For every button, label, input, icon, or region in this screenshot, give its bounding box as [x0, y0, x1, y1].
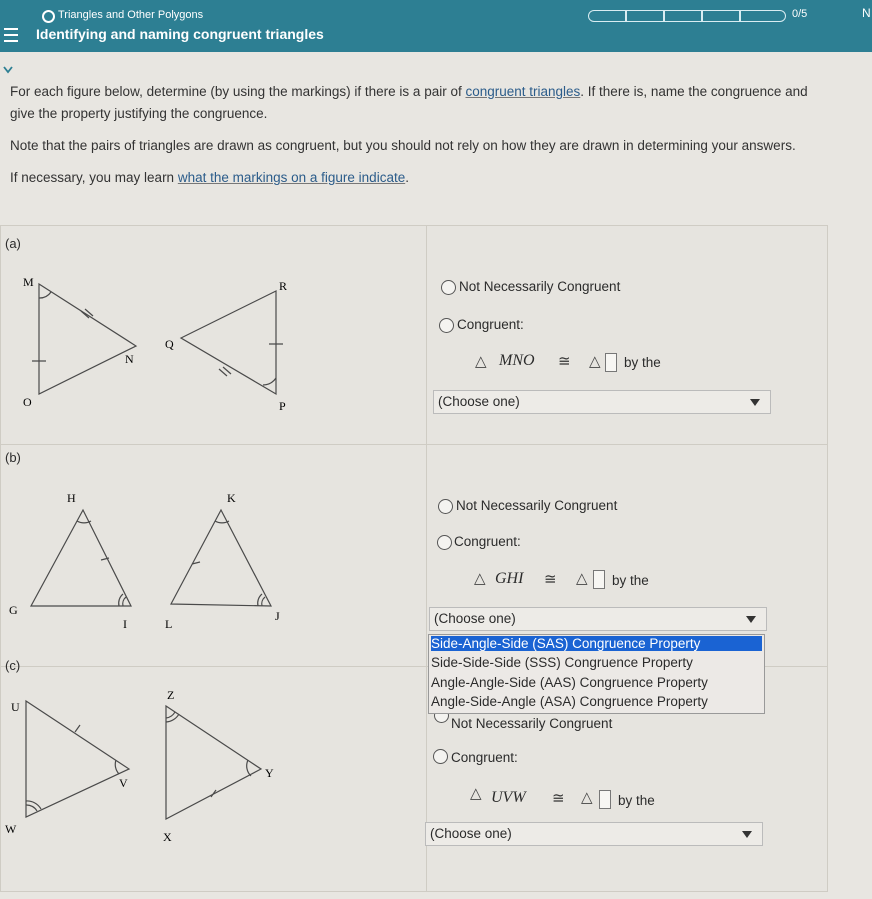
congruent-radio[interactable]	[437, 535, 452, 550]
select-value: (Choose one)	[434, 611, 516, 626]
instruction-text: If necessary, you may learn	[10, 170, 178, 185]
instruction-line-1: For each figure below, determine (by usi…	[10, 84, 808, 99]
vertex-label: H	[67, 491, 76, 505]
part-a-label: (a)	[5, 236, 21, 251]
corner-text: N	[862, 6, 871, 20]
congruent-radio[interactable]	[433, 749, 448, 764]
dropdown-option-sss[interactable]: Side-Side-Side (SSS) Congruence Property	[431, 655, 693, 670]
vertex-label: M	[23, 275, 34, 289]
markings-link[interactable]: what the markings on a figure indicate	[178, 170, 405, 185]
property-dropdown-list: Side-Angle-Side (SAS) Congruence Propert…	[428, 634, 765, 714]
triangle-name-input[interactable]	[605, 353, 617, 372]
part-b-figure: H G I K L J	[9, 491, 280, 631]
not-congruent-label: Not Necessarily Congruent	[459, 279, 621, 294]
triangle-symbol: △	[589, 353, 601, 370]
dropdown-option-aas[interactable]: Angle-Angle-Side (AAS) Congruence Proper…	[431, 675, 708, 690]
select-value: (Choose one)	[430, 826, 512, 841]
part-c-label: (c)	[5, 658, 21, 673]
vertex-label: Y	[265, 766, 274, 780]
triangle-symbol: △	[470, 785, 482, 802]
property-select[interactable]: (Choose one)	[429, 607, 767, 631]
triangle-name-input[interactable]	[593, 570, 605, 589]
part-a-figure: M N O R Q P	[23, 275, 287, 413]
property-select[interactable]: (Choose one)	[433, 390, 771, 414]
column-divider	[426, 226, 427, 891]
top-bar: Triangles and Other Polygons Identifying…	[0, 0, 872, 52]
vertex-label: W	[5, 822, 17, 836]
vertex-label: V	[119, 776, 128, 790]
topic-title: Triangles and Other Polygons	[58, 9, 204, 21]
instruction-text: For each figure below, determine (by usi…	[10, 84, 466, 99]
vertex-label: Z	[167, 688, 174, 702]
select-value: (Choose one)	[438, 394, 520, 409]
topic-status-icon	[42, 10, 55, 23]
vertex-label: U	[11, 700, 20, 714]
vertex-label: L	[165, 617, 172, 631]
not-congruent-radio[interactable]	[438, 499, 453, 514]
triangle-symbol: △	[475, 353, 487, 370]
congruent-triangles-link[interactable]: congruent triangles	[465, 84, 580, 99]
congruent-symbol: ≅	[544, 571, 557, 588]
instruction-note: Note that the pairs of triangles are dra…	[10, 138, 796, 153]
dropdown-arrow-icon	[742, 831, 752, 838]
triangle-symbol: △	[474, 570, 486, 587]
instruction-line-2: give the property justifying the congrue…	[10, 106, 268, 121]
vertex-label: I	[123, 617, 127, 631]
vertex-label: R	[279, 279, 287, 293]
vertex-label: X	[163, 830, 172, 844]
vertex-label: P	[279, 399, 286, 413]
congruent-label: Congruent:	[451, 750, 518, 765]
not-congruent-label: Not Necessarily Congruent	[456, 498, 618, 513]
instruction-line-3: If necessary, you may learn what the mar…	[10, 170, 409, 185]
instruction-text: .	[405, 170, 409, 185]
triangle-symbol: △	[581, 789, 593, 806]
page-title: Identifying and naming congruent triangl…	[36, 26, 324, 42]
congruent-label: Congruent:	[454, 534, 521, 549]
instruction-text: . If there is, name the congruence and	[580, 84, 808, 99]
vertex-label: J	[275, 609, 280, 623]
dropdown-arrow-icon	[750, 399, 760, 406]
part-b-label: (b)	[5, 450, 21, 465]
vertex-label: G	[9, 603, 18, 617]
by-the-label: by the	[624, 355, 661, 370]
congruent-symbol: ≅	[552, 790, 565, 807]
vertex-label: Q	[165, 337, 174, 351]
by-the-label: by the	[618, 793, 655, 808]
vertex-label: O	[23, 395, 32, 409]
not-congruent-radio[interactable]	[441, 280, 456, 295]
not-congruent-label: Not Necessarily Congruent	[451, 716, 613, 731]
triangle-name: GHI	[495, 570, 524, 587]
dropdown-arrow-icon	[746, 616, 756, 623]
triangle-symbol: △	[576, 570, 588, 587]
vertex-label: N	[125, 352, 134, 366]
congruent-label: Congruent:	[457, 317, 524, 332]
dropdown-option-sas[interactable]: Side-Angle-Side (SAS) Congruence Propert…	[431, 636, 762, 651]
problem-panel: (a) M N O R Q P Not Necessarily Congruen…	[0, 225, 828, 892]
triangle-name-input[interactable]	[599, 790, 611, 809]
menu-icon[interactable]	[4, 28, 18, 46]
part-c-figure: U V W Z Y X	[5, 688, 274, 844]
row-divider	[1, 444, 827, 445]
triangle-name: UVW	[491, 789, 526, 806]
by-the-label: by the	[612, 573, 649, 588]
vertex-label: K	[227, 491, 236, 505]
property-select[interactable]: (Choose one)	[425, 822, 763, 846]
dropdown-option-asa[interactable]: Angle-Side-Angle (ASA) Congruence Proper…	[431, 694, 708, 709]
score-text: 0/5	[792, 8, 808, 20]
collapse-chevron-icon[interactable]	[2, 64, 14, 76]
triangle-name: MNO	[499, 352, 535, 369]
congruent-symbol: ≅	[558, 353, 571, 370]
progress-bar	[588, 10, 786, 22]
congruent-radio[interactable]	[439, 318, 454, 333]
